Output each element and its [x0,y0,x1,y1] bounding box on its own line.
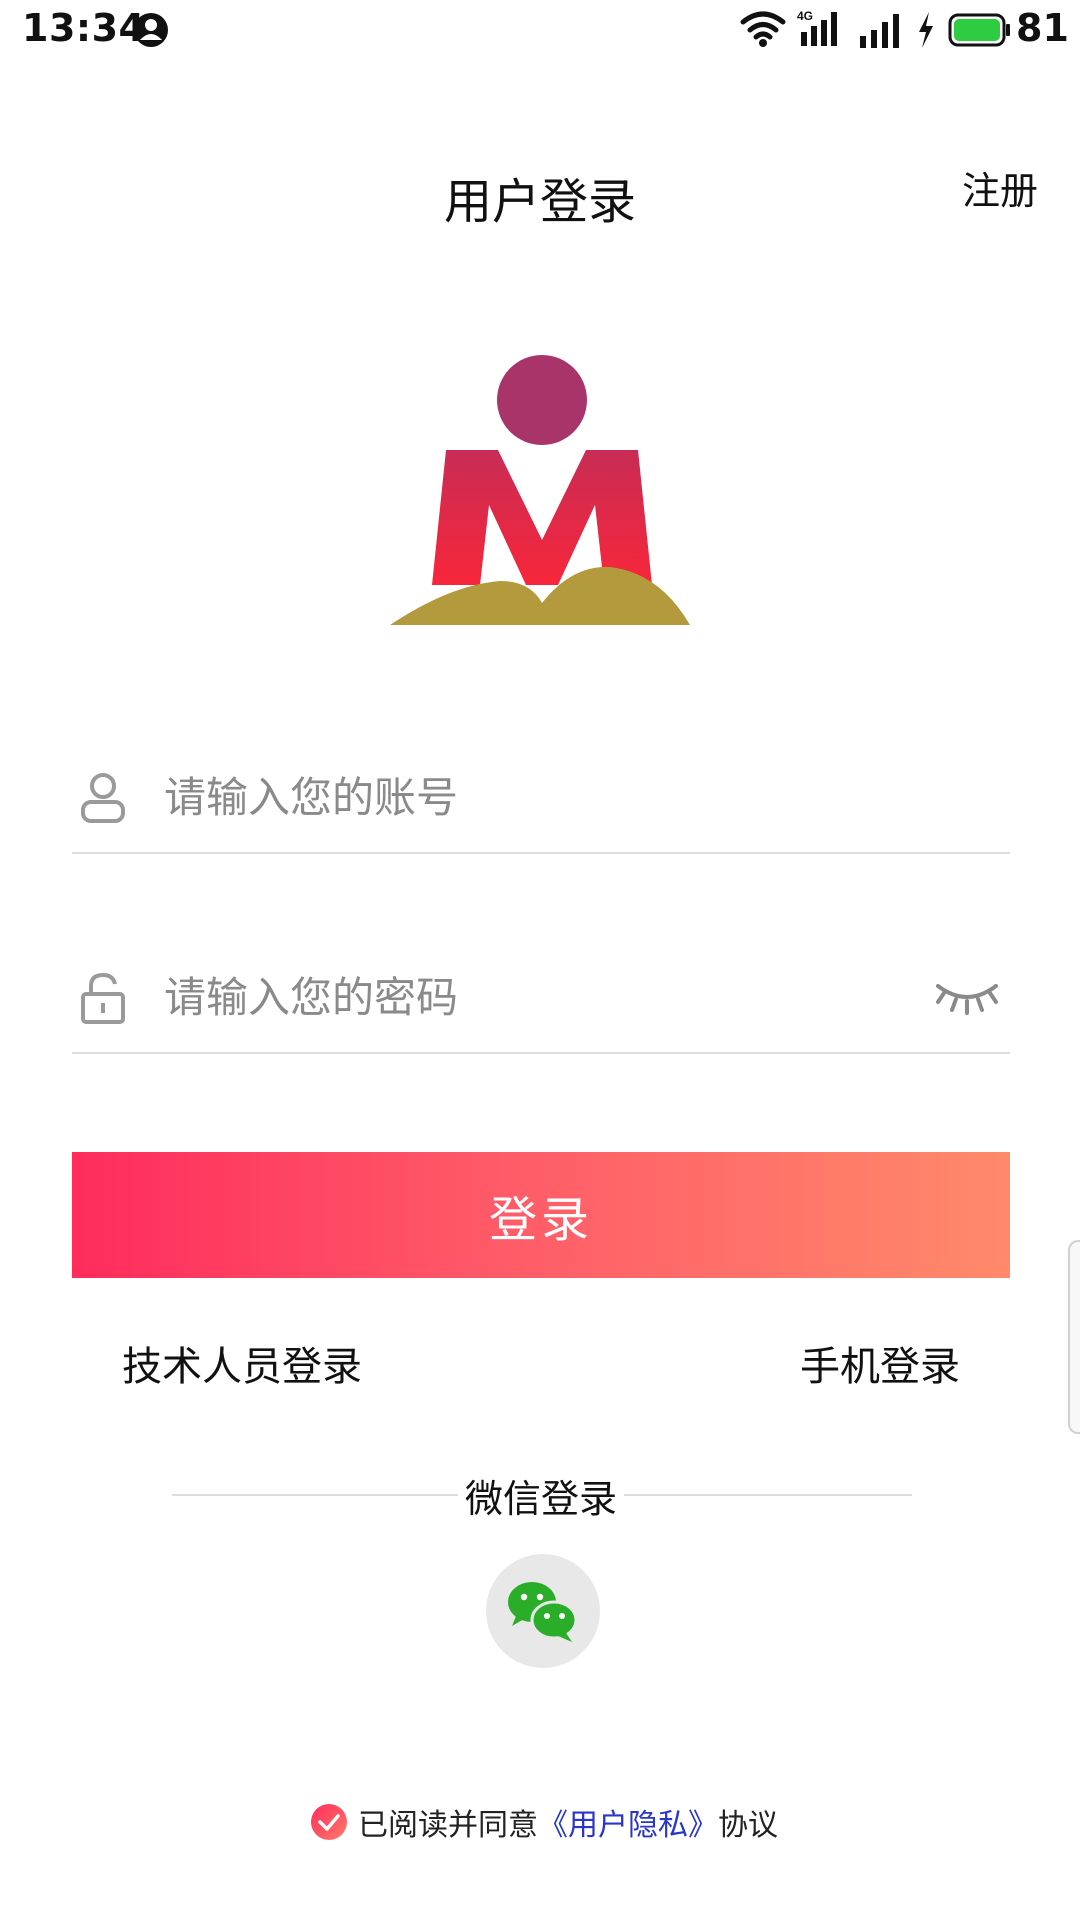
account-input[interactable] [164,762,864,832]
wifi-icon [740,11,786,47]
user-icon [134,13,168,47]
edge-swipe-handle[interactable] [1068,1240,1080,1434]
charging-icon [919,12,933,48]
eye-closed-icon[interactable] [934,972,1000,1020]
signal-icon [860,14,899,48]
divider-right [624,1494,912,1496]
login-button[interactable]: 登录 [72,1152,1010,1278]
4g-signal-icon: 4G [797,9,837,46]
wechat-login-button[interactable] [486,1554,600,1668]
divider-left [172,1494,458,1496]
login-screen: 13:34 4G 81 用户登录 注册 请输入您的账号 登录 技术人员登录 手机… [0,0,1080,1920]
wechat-login-title: 微信登录 [464,1477,617,1521]
network-label: 4G [797,9,813,23]
user-outline-icon [81,773,125,823]
agreement-row: 已阅读并同意 《用户隐私》 协议 [310,1800,778,1844]
password-input[interactable] [164,962,864,1032]
agreement-prefix: 已阅读并同意 [358,1808,538,1843]
technician-login-link[interactable]: 技术人员登录 [122,1334,362,1392]
lock-icon [81,972,125,1024]
password-field [72,942,1010,1054]
phone-login-link[interactable]: 手机登录 [800,1334,960,1392]
privacy-policy-link[interactable]: 《用户隐私》 [538,1800,718,1844]
account-field [72,742,1010,854]
register-link[interactable]: 注册 [962,160,1038,215]
wechat-icon [508,1582,578,1642]
status-time: 13:34 [22,6,146,50]
status-bar: 13:34 4G 81 [0,0,1080,60]
page-title: 用户登录 [443,174,636,230]
battery-level: 81 [1016,6,1069,50]
app-logo [390,355,690,625]
agreement-suffix: 协议 [718,1808,778,1843]
battery-icon [948,13,1010,47]
agree-checkbox[interactable] [310,1803,348,1841]
